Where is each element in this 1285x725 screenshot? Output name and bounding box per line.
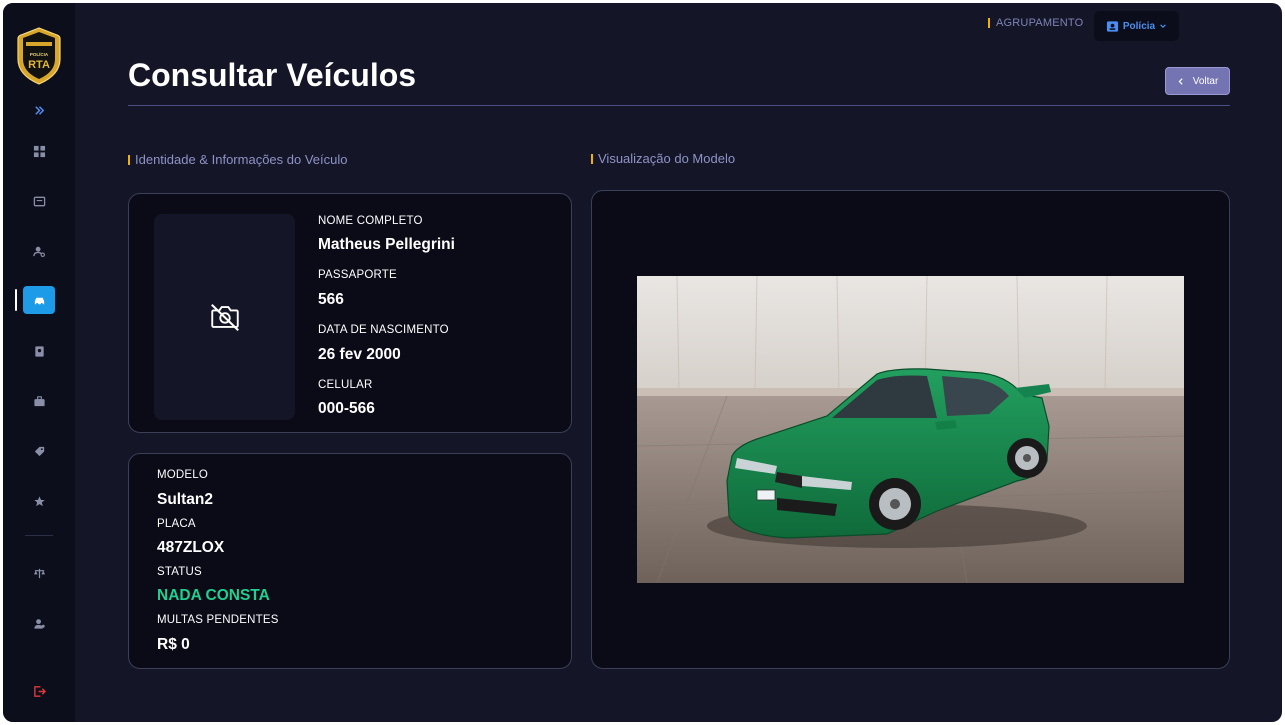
expand-sidebar-icon[interactable]: [23, 96, 55, 124]
records-icon[interactable]: [23, 187, 55, 215]
star-icon[interactable]: [23, 487, 55, 515]
vehicle-model-image: [637, 276, 1184, 583]
plate-label: PLACA: [157, 518, 196, 530]
police-badge-logo: POLÍCIA RTA: [17, 27, 61, 85]
passport-value: 566: [318, 291, 344, 308]
tag-icon[interactable]: [23, 437, 55, 465]
model-value: Sultan2: [157, 491, 213, 508]
name-label: NOME COMPLETO: [318, 215, 423, 227]
page-title: Consultar Veículos: [128, 57, 417, 93]
logout-icon[interactable]: [23, 677, 55, 705]
phone-label: CELULAR: [318, 379, 373, 391]
owner-name: Matheus Pellegrini: [318, 236, 455, 253]
app-window: POLÍCIA RTA AGRUPAMENTO Polícia Consulta…: [3, 3, 1282, 722]
passport-label: PASSAPORTE: [318, 269, 397, 281]
plate-value: 487ZLOX: [157, 539, 225, 556]
vehicle-icon[interactable]: [23, 286, 55, 314]
sidebar-divider: [25, 535, 53, 536]
scale-icon[interactable]: [23, 559, 55, 587]
sidebar: POLÍCIA RTA: [3, 3, 75, 722]
identity-section-text: Identidade & Informações do Veículo: [135, 152, 348, 167]
group-select-value: Polícia: [1122, 20, 1156, 32]
vehicle-card: MODELO Sultan2 PLACA 487ZLOX STATUS NADA…: [128, 453, 572, 669]
fines-value: R$ 0: [157, 636, 190, 653]
model-view-card: [591, 190, 1230, 669]
label-marker: [988, 18, 990, 28]
dashboard-icon[interactable]: [23, 137, 55, 165]
section-marker: [591, 153, 593, 164]
chevron-left-icon: [1178, 77, 1183, 85]
chevron-down-icon: [1160, 24, 1166, 29]
birth-label: DATA DE NASCIMENTO: [318, 324, 449, 336]
book-icon[interactable]: [23, 337, 55, 365]
title-divider: [128, 105, 1230, 106]
person-search-icon[interactable]: [23, 237, 55, 265]
fines-label: MULTAS PENDENTES: [157, 614, 279, 626]
group-select-button[interactable]: Polícia: [1094, 11, 1179, 41]
svg-text:POLÍCIA: POLÍCIA: [30, 50, 49, 57]
model-label: MODELO: [157, 469, 209, 481]
group-label-text: AGRUPAMENTO: [996, 17, 1084, 29]
id-card-icon: [1106, 20, 1118, 32]
model-section-label: Visualização do Modelo: [591, 151, 735, 166]
model-section-text: Visualização do Modelo: [598, 151, 736, 166]
active-nav-marker: [15, 289, 17, 311]
svg-text:RTA: RTA: [28, 59, 50, 71]
status-label: STATUS: [157, 566, 202, 578]
status-badge: NADA CONSTA: [157, 587, 270, 604]
owner-card: NOME COMPLETO Matheus Pellegrini PASSAPO…: [128, 193, 572, 433]
officer-icon[interactable]: [23, 609, 55, 637]
no-camera-icon: [210, 303, 239, 331]
group-label: AGRUPAMENTO: [988, 17, 1083, 29]
back-button[interactable]: Voltar: [1165, 67, 1230, 95]
briefcase-icon[interactable]: [23, 387, 55, 415]
back-button-label: Voltar: [1192, 75, 1219, 87]
phone-value: 000-566: [318, 400, 375, 417]
section-marker: [128, 154, 130, 165]
identity-section-label: Identidade & Informações do Veículo: [128, 152, 347, 167]
owner-photo-placeholder: [154, 214, 295, 420]
birth-value: 26 fev 2000: [318, 346, 401, 363]
